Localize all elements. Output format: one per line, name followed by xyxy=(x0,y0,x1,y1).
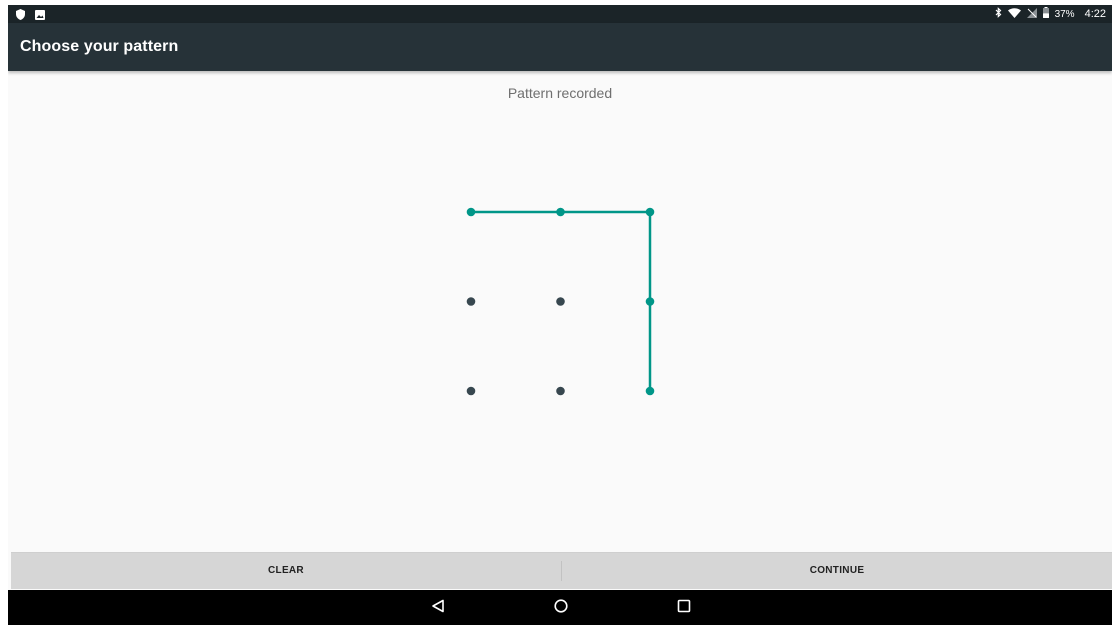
home-icon xyxy=(554,598,568,617)
pattern-dot-selected[interactable] xyxy=(645,207,655,217)
recents-button[interactable] xyxy=(664,590,704,625)
pattern-dot[interactable] xyxy=(466,297,476,306)
back-button[interactable] xyxy=(418,590,458,625)
battery-icon xyxy=(1042,7,1049,21)
pattern-dot[interactable] xyxy=(556,386,565,396)
shield-icon xyxy=(16,5,25,24)
pattern-content: Pattern recorded xyxy=(8,71,1112,552)
home-button[interactable] xyxy=(541,590,581,625)
button-bar: CLEAR CONTINUE xyxy=(11,552,1112,589)
pattern-dot-selected[interactable] xyxy=(466,207,476,217)
pattern-dot[interactable] xyxy=(556,297,565,306)
device-screen: 37% 4:22 Choose your pattern Pattern rec… xyxy=(8,5,1112,625)
navigation-bar xyxy=(8,590,1112,625)
continue-button[interactable]: CONTINUE xyxy=(562,553,1112,589)
pattern-dot-selected[interactable] xyxy=(556,207,565,217)
pattern-dot-selected[interactable] xyxy=(645,297,655,306)
lock-pattern-grid[interactable] xyxy=(8,71,1112,552)
page-title: Choose your pattern xyxy=(20,38,179,55)
status-bar: 37% 4:22 xyxy=(8,5,1112,23)
no-sim-icon xyxy=(1026,7,1037,21)
battery-percent: 37% xyxy=(1054,8,1075,20)
app-toolbar: Choose your pattern xyxy=(8,23,1112,71)
back-icon xyxy=(431,598,445,617)
recents-icon xyxy=(677,598,691,617)
pattern-dot[interactable] xyxy=(466,386,476,396)
image-icon xyxy=(35,5,45,24)
clear-button[interactable]: CLEAR xyxy=(11,553,561,589)
screen: 37% 4:22 Choose your pattern Pattern rec… xyxy=(0,0,1117,625)
wifi-icon xyxy=(1007,7,1021,21)
bluetooth-icon xyxy=(995,7,1002,21)
clock: 4:22 xyxy=(1084,8,1106,20)
pattern-dot-selected[interactable] xyxy=(645,386,655,396)
